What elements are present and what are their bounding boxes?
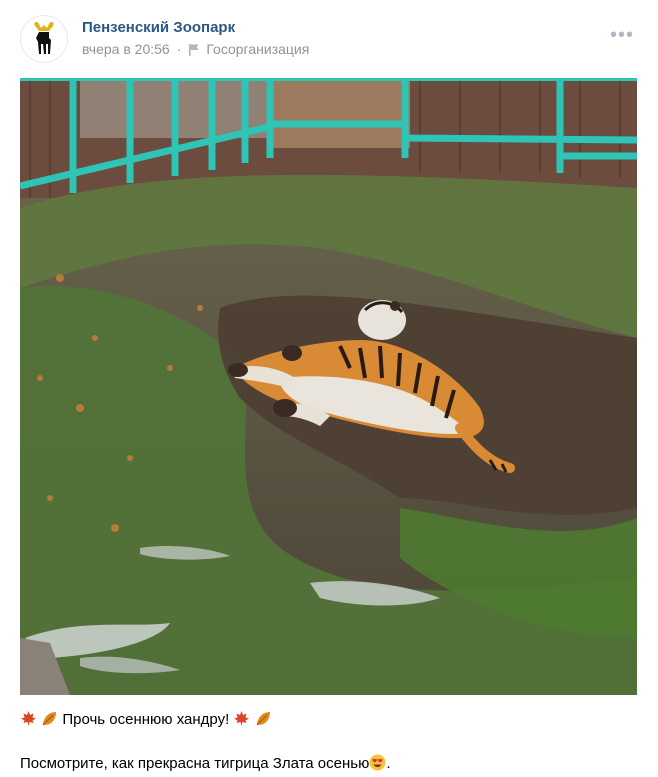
post-text-line1: Прочь осеннюю хандру! bbox=[20, 710, 272, 730]
fallen-leaf-icon bbox=[42, 712, 57, 726]
maple-leaf-icon bbox=[234, 711, 250, 726]
org-type: Госорганизация bbox=[206, 41, 310, 57]
post-text-line2: Посмотрите, как прекрасна тигрица Злата … bbox=[20, 754, 391, 774]
post-photo[interactable] bbox=[20, 78, 637, 695]
more-dots-icon[interactable]: ••• bbox=[610, 25, 634, 45]
post-text-body: Посмотрите, как прекрасна тигрица Злата … bbox=[20, 755, 370, 772]
meta-separator: · bbox=[176, 41, 182, 57]
avatar[interactable] bbox=[20, 15, 68, 63]
fallen-leaf-icon bbox=[256, 712, 270, 726]
post-text-main: Прочь осеннюю хандру! bbox=[62, 711, 230, 728]
author-name[interactable]: Пензенский Зоопарк bbox=[82, 19, 235, 36]
post-text-period: . bbox=[386, 755, 391, 772]
heart-eyes-icon bbox=[369, 754, 386, 771]
maple-leaf-icon bbox=[21, 711, 36, 726]
flag-icon bbox=[189, 43, 199, 56]
moose-logo-icon bbox=[34, 21, 54, 54]
post-meta: вчера в 20:56 · Госорганизация bbox=[82, 41, 309, 57]
post-time[interactable]: вчера в 20:56 bbox=[82, 41, 170, 57]
